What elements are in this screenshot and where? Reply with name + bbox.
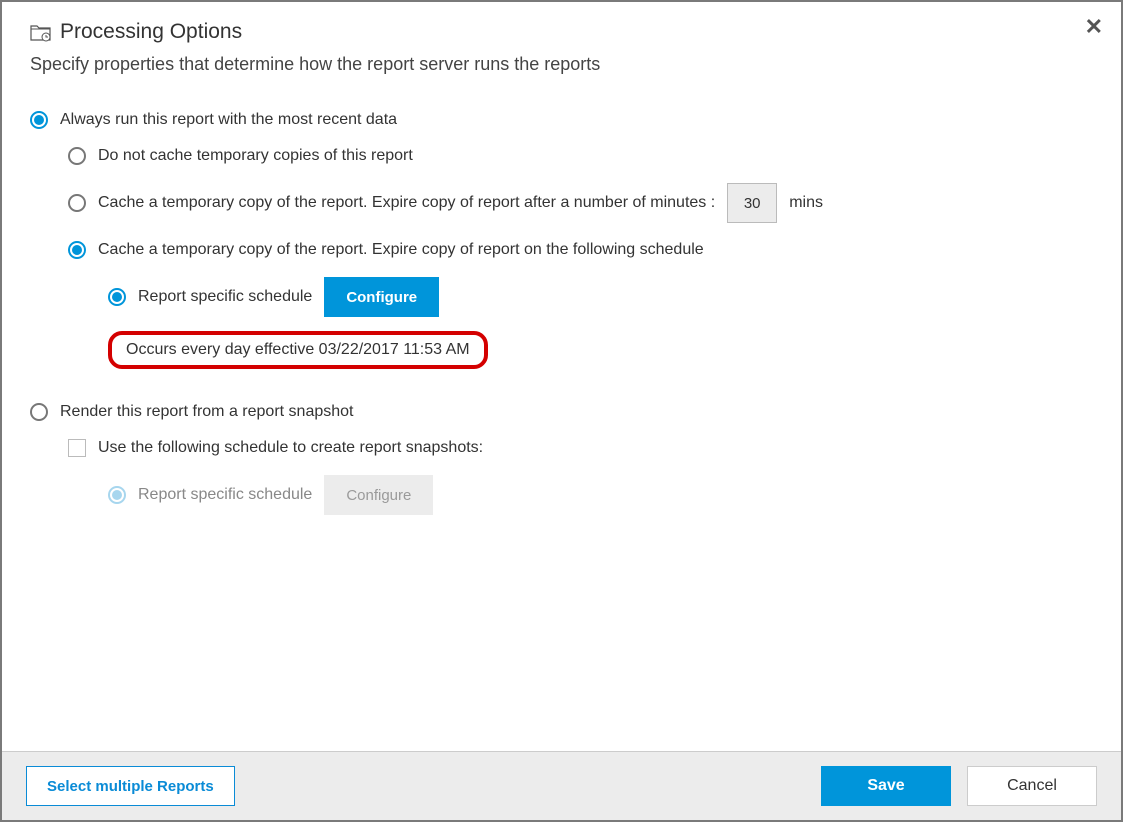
processing-options-icon	[30, 22, 52, 42]
checkbox-icon	[68, 439, 86, 457]
option-label: Use the following schedule to create rep…	[98, 439, 483, 457]
dialog-subtitle: Specify properties that determine how th…	[30, 54, 1093, 75]
close-icon[interactable]: ✕	[1085, 16, 1103, 38]
radio-icon	[108, 288, 126, 306]
option-label: Report specific schedule	[138, 288, 312, 306]
dialog-footer: Select multiple Reports Save Cancel	[2, 751, 1121, 820]
configure-button-disabled: Configure	[324, 475, 433, 515]
schedule-summary-highlight: Occurs every day effective 03/22/2017 11…	[108, 331, 488, 369]
radio-icon	[68, 147, 86, 165]
configure-button[interactable]: Configure	[324, 277, 439, 317]
option-use-schedule-snapshot[interactable]: Use the following schedule to create rep…	[68, 439, 1093, 457]
dialog-content: Processing Options Specify properties th…	[2, 2, 1121, 751]
option-snapshot[interactable]: Render this report from a report snapsho…	[30, 403, 1093, 421]
option-no-cache[interactable]: Do not cache temporary copies of this re…	[68, 147, 1093, 165]
option-label: Render this report from a report snapsho…	[60, 403, 353, 421]
radio-icon	[30, 403, 48, 421]
dialog-header: Processing Options	[30, 20, 1093, 44]
minutes-input[interactable]	[727, 183, 777, 223]
dialog-title: Processing Options	[60, 20, 242, 44]
radio-icon	[108, 486, 126, 504]
option-label: Report specific schedule	[138, 486, 312, 504]
option-label: Cache a temporary copy of the report. Ex…	[98, 194, 715, 212]
radio-icon	[68, 241, 86, 259]
select-multiple-reports-button[interactable]: Select multiple Reports	[26, 766, 235, 806]
option-label: Always run this report with the most rec…	[60, 111, 397, 129]
option-cache-minutes[interactable]: Cache a temporary copy of the report. Ex…	[68, 183, 1093, 223]
option-snapshot-report-specific: Report specific schedule Configure	[108, 475, 1093, 515]
radio-icon	[68, 194, 86, 212]
schedule-summary-text: Occurs every day effective 03/22/2017 11…	[126, 341, 470, 358]
option-label: Do not cache temporary copies of this re…	[98, 147, 413, 165]
radio-icon	[30, 111, 48, 129]
save-button[interactable]: Save	[821, 766, 951, 806]
option-label: Cache a temporary copy of the report. Ex…	[98, 241, 704, 259]
option-report-specific-schedule[interactable]: Report specific schedule Configure	[108, 277, 1093, 317]
minutes-unit: mins	[789, 194, 823, 212]
cancel-button[interactable]: Cancel	[967, 766, 1097, 806]
option-cache-schedule[interactable]: Cache a temporary copy of the report. Ex…	[68, 241, 1093, 259]
option-always-run[interactable]: Always run this report with the most rec…	[30, 111, 1093, 129]
